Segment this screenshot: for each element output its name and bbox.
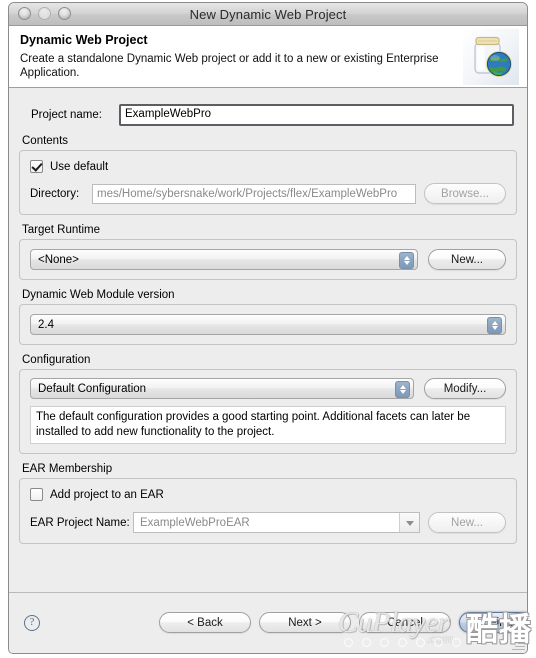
dialog-window: New Dynamic Web Project Dynamic Web Proj… — [8, 2, 528, 654]
contents-group-title: Contents — [22, 135, 69, 147]
project-name-input[interactable]: ExampleWebPro — [119, 104, 514, 126]
configuration-group-title: Configuration — [22, 354, 91, 366]
browse-button[interactable]: Browse... — [424, 183, 506, 204]
directory-label: Directory: — [30, 187, 80, 200]
add-to-ear-row[interactable]: Add project to an EAR — [30, 488, 506, 501]
target-runtime-value: <None> — [38, 253, 79, 266]
footer-button-bar: < Back Next > Cancel Finish — [159, 612, 527, 633]
ear-membership-group: EAR Membership Add project to an EAR EAR… — [19, 463, 517, 544]
chevron-down-icon[interactable] — [399, 513, 419, 532]
title-bar[interactable]: New Dynamic Web Project — [9, 3, 527, 26]
target-runtime-group: Target Runtime <None> New... — [19, 224, 517, 280]
target-runtime-group-title: Target Runtime — [22, 224, 100, 236]
target-runtime-group-box: <None> New... — [19, 239, 517, 280]
wizard-footer: ? < Back Next > Cancel Finish — [9, 592, 527, 653]
minimize-button-icon[interactable] — [38, 7, 51, 20]
module-version-value: 2.4 — [38, 318, 54, 331]
window-title: New Dynamic Web Project — [189, 6, 347, 22]
use-default-row[interactable]: Use default — [30, 160, 506, 173]
configuration-group: Configuration Default Configuration Modi… — [19, 354, 517, 454]
target-runtime-select[interactable]: <None> — [30, 249, 418, 270]
project-name-label: Project name: — [31, 109, 102, 121]
module-version-group: Dynamic Web Module version 2.4 — [19, 289, 517, 345]
ear-membership-group-title: EAR Membership — [22, 463, 113, 475]
directory-row: Directory: mes/Home/sybersnake/work/Proj… — [30, 183, 506, 204]
cancel-button[interactable]: Cancel — [359, 612, 451, 633]
configuration-value: Default Configuration — [38, 382, 147, 395]
module-version-group-box: 2.4 — [19, 304, 517, 345]
add-project-to-ear-checkbox[interactable] — [30, 488, 43, 501]
window-controls[interactable] — [18, 7, 71, 20]
add-project-to-ear-label: Add project to an EAR — [50, 488, 164, 501]
page-title: Dynamic Web Project — [20, 33, 148, 47]
finish-button[interactable]: Finish — [459, 612, 527, 633]
configuration-description: The default configuration provides a goo… — [30, 406, 506, 444]
stepper-arrows-icon[interactable] — [399, 252, 414, 269]
help-icon[interactable]: ? — [24, 615, 40, 631]
close-button-icon[interactable] — [18, 7, 31, 20]
target-runtime-row: <None> New... — [30, 249, 506, 270]
configuration-select[interactable]: Default Configuration — [30, 378, 414, 399]
ear-membership-group-box: Add project to an EAR EAR Project Name: … — [19, 478, 517, 544]
module-version-group-title: Dynamic Web Module version — [22, 289, 175, 301]
configuration-group-box: Default Configuration Modify... The defa… — [19, 369, 517, 454]
ear-project-name-label: EAR Project Name: — [30, 516, 130, 529]
ear-project-name-select[interactable]: ExampleWebProEAR — [133, 512, 420, 533]
ear-project-name-value: ExampleWebProEAR — [140, 516, 250, 529]
wizard-header: Dynamic Web Project Create a standalone … — [9, 26, 527, 88]
wizard-body: Project name: ExampleWebPro Contents Use… — [9, 88, 527, 592]
use-default-checkbox[interactable] — [30, 160, 43, 173]
new-runtime-button[interactable]: New... — [428, 249, 506, 270]
contents-group: Contents Use default Directory: mes/Home… — [19, 135, 517, 215]
jar-globe-icon — [463, 29, 519, 85]
stepper-arrows-icon[interactable] — [395, 381, 410, 398]
new-ear-button[interactable]: New... — [428, 512, 506, 533]
page-description: Create a standalone Dynamic Web project … — [20, 53, 439, 79]
zoom-button-icon[interactable] — [58, 7, 71, 20]
resize-grip[interactable] — [511, 637, 525, 651]
back-button[interactable]: < Back — [159, 612, 251, 633]
modify-configuration-button[interactable]: Modify... — [424, 378, 506, 399]
project-name-row: Project name: ExampleWebPro — [19, 104, 517, 126]
ear-project-name-row: EAR Project Name: ExampleWebProEAR New..… — [30, 512, 506, 533]
stepper-arrows-icon[interactable] — [487, 317, 502, 334]
module-version-select[interactable]: 2.4 — [30, 314, 506, 335]
next-button[interactable]: Next > — [259, 612, 351, 633]
contents-group-box: Use default Directory: mes/Home/sybersna… — [19, 150, 517, 215]
configuration-row: Default Configuration Modify... — [30, 378, 506, 399]
use-default-label: Use default — [50, 160, 109, 173]
directory-input[interactable]: mes/Home/sybersnake/work/Projects/flex/E… — [92, 183, 416, 204]
